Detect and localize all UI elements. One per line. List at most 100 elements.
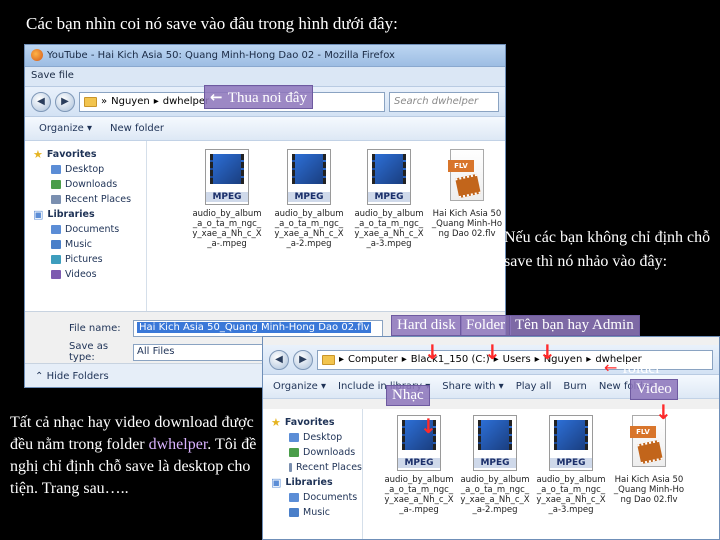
window-title: YouTube - Hai Kich Asia 50: Quang Minh-H… (47, 50, 395, 61)
explorer-file-list: MPEG audio_by_album_a_o_ta_m_ngc_y_xae_a_… (363, 409, 719, 539)
folder-icon (51, 165, 61, 174)
star-icon: ▣ (271, 476, 282, 489)
folder-icon (51, 240, 61, 249)
slide-title: Các bạn nhìn coi nó save vào đâu trong h… (26, 14, 398, 33)
file-name-row: File name: Hai Kich Asia 50_Quang Minh-H… (69, 320, 383, 337)
save-type-label: Save as type: (69, 341, 109, 363)
nav-item-favorites[interactable]: ★ Favorites (263, 415, 362, 430)
folder-icon (51, 180, 61, 189)
dialog-title-bar: Save file (25, 67, 505, 87)
folder-icon (322, 354, 335, 365)
arrow-left-icon: ← (210, 88, 228, 106)
breadcrumb-item[interactable]: Users (503, 354, 531, 365)
folder-icon (84, 96, 97, 107)
folder-icon (289, 448, 299, 457)
breadcrumb-item[interactable]: Black1_150 (C:) (411, 354, 490, 365)
folder-icon (289, 463, 292, 472)
nav-item-recent-places[interactable]: Recent Places (263, 460, 362, 475)
mpeg-file-icon: MPEG (205, 149, 249, 205)
file-item[interactable]: FLV Hai Kich Asia 50_Quang Minh-Hong Dao … (613, 415, 685, 505)
back-button[interactable]: ◀ (31, 91, 51, 112)
callout-hard-disk: Hard disk (391, 315, 462, 336)
dialog-toolbar: Organize ▾ New folder (25, 117, 505, 141)
forward-button[interactable]: ▶ (293, 349, 313, 370)
note-dwhelper: Tất cả nhạc hay video download được đều … (10, 414, 257, 497)
folder-icon (51, 225, 61, 234)
arrow-down-icon: ↓ (655, 400, 672, 424)
arrow-down-icon: ↓ (484, 340, 501, 364)
firefox-title-bar: YouTube - Hai Kich Asia 50: Quang Minh-H… (25, 45, 505, 67)
breadcrumb-item[interactable]: Computer (348, 354, 398, 365)
nav-item-videos[interactable]: Videos (25, 267, 146, 282)
file-item[interactable]: MPEG audio_by_album_a_o_ta_m_ngc_y_xae_a_… (459, 415, 531, 515)
callout-video: Video (630, 379, 678, 400)
star-icon: ★ (33, 148, 43, 161)
file-item[interactable]: MPEG audio_by_album_a_o_ta_m_ngc_y_xae_a_… (535, 415, 607, 515)
file-name-label: File name: (69, 323, 121, 334)
nav-item-desktop[interactable]: Desktop (263, 430, 362, 445)
nav-item-pictures[interactable]: Pictures (25, 252, 146, 267)
star-icon: ▣ (33, 208, 44, 221)
file-name: audio_by_album_a_o_ta_m_ngc_y_xae_a_Nh_c… (384, 475, 454, 515)
file-list: MPEG audio_by_album_a_o_ta_m_ngc_y_xae_a_… (147, 141, 505, 311)
nav-item-desktop[interactable]: Desktop (25, 162, 146, 177)
flv-file-icon: FLV (448, 149, 484, 201)
folder-icon (51, 195, 61, 204)
note-default-location: Nếu các bạn không chỉ định chỗ save thì … (504, 229, 711, 270)
nav-item-music[interactable]: Music (263, 505, 362, 520)
callout-music: Nhạc (386, 385, 430, 406)
nav-item-documents[interactable]: Documents (263, 490, 362, 505)
file-name: Hai Kich Asia 50_Quang Minh-Hong Dao 02.… (613, 475, 685, 505)
nav-item-libraries[interactable]: ▣ Libraries (25, 207, 146, 222)
file-name: audio_by_album_a_o_ta_m_ngc_y_xae_a_Nh_c… (274, 209, 344, 249)
nav-item-music[interactable]: Music (25, 237, 146, 252)
folder-icon (51, 255, 61, 264)
arrow-down-icon: ↓ (420, 414, 437, 438)
mpeg-file-icon: MPEG (473, 415, 517, 471)
nav-item-favorites[interactable]: ★ Favorites (25, 147, 146, 162)
dwhelper-highlight: dwhelper (148, 436, 208, 453)
label-folder: ← folder (604, 358, 661, 377)
folder-icon (51, 270, 61, 279)
toolbar-button[interactable]: Share with ▾ (442, 381, 503, 392)
toolbar-button[interactable]: Burn (563, 381, 586, 392)
file-item[interactable]: MPEG audio_by_album_a_o_ta_m_ngc_y_xae_a_… (353, 149, 425, 249)
nav-item-downloads[interactable]: Downloads (25, 177, 146, 192)
file-name: audio_by_album_a_o_ta_m_ngc_y_xae_a_Nh_c… (536, 475, 606, 515)
folder-icon (289, 508, 299, 517)
mpeg-file-icon: MPEG (549, 415, 593, 471)
nav-item-downloads[interactable]: Downloads (263, 445, 362, 460)
dialog-title: Save file (31, 70, 74, 81)
toolbar-button[interactable]: Organize ▾ (273, 381, 326, 392)
nav-item-documents[interactable]: Documents (25, 222, 146, 237)
nav-item-recent-places[interactable]: Recent Places (25, 192, 146, 207)
explorer-navigation-pane: ★ Favorites Desktop Downloads Recent Places ▣… (263, 409, 363, 539)
file-item[interactable]: FLV Hai Kich Asia 50_Quang Minh-Hong Dao … (431, 149, 503, 239)
toolbar-button[interactable]: Play all (516, 381, 552, 392)
search-input[interactable]: Search dwhelper (389, 91, 499, 112)
callout-save-here: ← Thua noi đây (204, 85, 313, 109)
mpeg-file-icon: MPEG (367, 149, 411, 205)
forward-button[interactable]: ▶ (55, 91, 75, 112)
folder-icon (289, 493, 299, 502)
file-item[interactable]: MPEG audio_by_album_a_o_ta_m_ngc_y_xae_a_… (191, 149, 263, 249)
organize-button[interactable]: Organize ▾ (39, 123, 92, 134)
breadcrumb-item[interactable]: dwhelper (163, 96, 209, 107)
file-name: Hai Kich Asia 50_Quang Minh-Hong Dao 02.… (431, 209, 503, 239)
file-name-input[interactable]: Hai Kich Asia 50_Quang Minh-Hong Dao 02.… (133, 320, 383, 337)
arrow-down-icon: ↓ (424, 340, 441, 364)
navigation-pane: ★ Favorites Desktop Downloads Recent Places ▣… (25, 141, 147, 311)
nav-item-libraries[interactable]: ▣ Libraries (263, 475, 362, 490)
file-name: audio_by_album_a_o_ta_m_ngc_y_xae_a_Nh_c… (192, 209, 262, 249)
file-item[interactable]: MPEG audio_by_album_a_o_ta_m_ngc_y_xae_a_… (273, 149, 345, 249)
callout-folder: Folder (460, 315, 512, 336)
new-folder-button[interactable]: New folder (110, 123, 164, 134)
folder-icon (289, 433, 299, 442)
arrow-down-icon: ↓ (539, 340, 556, 364)
file-name: audio_by_album_a_o_ta_m_ngc_y_xae_a_Nh_c… (354, 209, 424, 249)
breadcrumb-item[interactable]: Nguyen (111, 96, 150, 107)
file-item[interactable]: MPEG audio_by_album_a_o_ta_m_ngc_y_xae_a_… (383, 415, 455, 515)
star-icon: ★ (271, 416, 281, 429)
arrow-left-icon: ← (604, 358, 623, 377)
back-button[interactable]: ◀ (269, 349, 289, 370)
